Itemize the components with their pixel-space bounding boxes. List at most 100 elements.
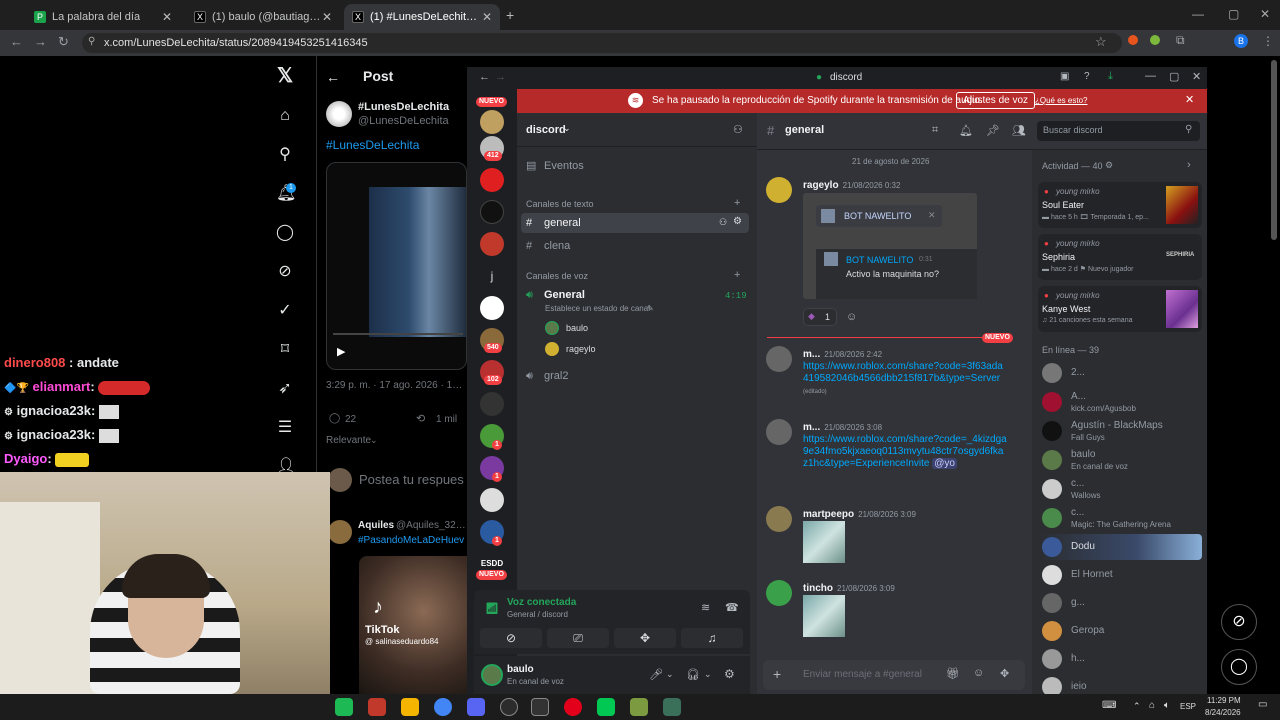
reply-author-name[interactable]: Aquiles (358, 520, 394, 531)
threads-icon[interactable]: ⌗ (932, 124, 938, 137)
bookmarks-icon[interactable]: ⌑ (276, 341, 294, 359)
close-icon[interactable]: ✕ (1192, 70, 1201, 83)
reply-hashtag-link[interactable]: #PasandoMeLaDeHuev (358, 535, 467, 546)
message-link[interactable]: https://www.roblox.com/share?code=3f63ad… (803, 361, 1008, 398)
new-tab-button[interactable]: + (506, 7, 514, 23)
extension-icon[interactable] (1150, 35, 1160, 45)
camera-off-button[interactable]: ⊘ (480, 628, 542, 648)
add-reaction-icon[interactable]: ☺ (846, 311, 857, 323)
chrome-icon[interactable] (434, 698, 452, 716)
bookmark-star-icon[interactable]: ☆ (1095, 34, 1107, 50)
maximize-icon[interactable]: ▢ (1169, 70, 1179, 83)
app-taskbar-icon[interactable] (663, 698, 681, 716)
disconnect-icon[interactable]: ☎ (725, 601, 739, 614)
server-icon[interactable] (480, 392, 504, 416)
chevron-down-icon[interactable]: ⌄ (370, 435, 378, 446)
avatar[interactable] (326, 101, 352, 127)
events-link[interactable]: Eventos (544, 156, 584, 176)
page-scrollbar[interactable] (1271, 60, 1277, 240)
kick-icon[interactable] (597, 698, 615, 716)
add-member-icon[interactable]: ⚇ (733, 123, 743, 136)
server-icon[interactable] (480, 232, 504, 256)
member-row[interactable]: baulo En canal de voz (1042, 447, 1202, 473)
search-input[interactable]: Buscar discord (1043, 125, 1103, 135)
lists-icon[interactable]: ☰ (276, 419, 294, 437)
x-logo-icon[interactable]: 𝕏 (276, 66, 294, 86)
voice-category[interactable]: Canales de voz (526, 266, 588, 286)
chevron-right-icon[interactable]: › (1187, 159, 1191, 171)
close-window-icon[interactable]: ✕ (1260, 7, 1270, 21)
opera-icon[interactable] (564, 698, 582, 716)
maximize-window-icon[interactable]: ▢ (1228, 7, 1239, 21)
network-icon[interactable]: ⌂ (1149, 700, 1155, 711)
channel-clena[interactable]: clena (544, 236, 570, 256)
messages-floating-icon[interactable]: ◯ (1221, 649, 1257, 685)
voice-user[interactable]: rageylo (566, 344, 596, 354)
extension-icon[interactable] (1128, 35, 1138, 45)
microphone-icon[interactable]: 🎤︎ (649, 668, 663, 681)
member-row[interactable]: h... (1042, 646, 1202, 672)
voice-settings-button[interactable]: Ajustes de voz (956, 92, 1036, 109)
back-arrow-icon[interactable]: ← (479, 71, 490, 83)
avatar[interactable] (545, 342, 559, 356)
menu-kebab-icon[interactable]: ⋮ (1262, 34, 1274, 48)
forward-icon[interactable]: → (34, 34, 47, 49)
user-name[interactable]: baulo (507, 664, 534, 675)
message-author[interactable]: m... (803, 422, 820, 433)
what-is-this-link[interactable]: ¿Qué es esto? (1035, 96, 1087, 105)
file-explorer-icon[interactable] (401, 698, 419, 716)
close-tab-icon[interactable]: ✕ (322, 10, 332, 24)
gear-icon[interactable]: ⚙ (733, 216, 742, 227)
server-icon[interactable] (480, 110, 504, 134)
repost-icon[interactable]: ⟲ (416, 412, 425, 425)
bell-icon[interactable]: 🔔︎ (959, 124, 973, 137)
member-row[interactable]: A... kick.com/Agusbob (1042, 389, 1202, 415)
tab-palabra[interactable]: P La palabra del día ✕ (26, 4, 180, 30)
reaction[interactable]: ◆ 1 (803, 308, 837, 326)
member-row[interactable]: c... Wallows (1042, 476, 1202, 502)
profile-avatar[interactable]: B (1234, 34, 1248, 48)
chevron-down-icon[interactable]: ⌄ (704, 669, 712, 680)
close-tab-icon[interactable]: ✕ (162, 10, 172, 24)
message-author[interactable]: rageylo (803, 180, 839, 191)
voice-channel-general[interactable]: General (544, 285, 585, 305)
clock-date[interactable]: 8/24/2026 (1205, 708, 1241, 717)
screen-share-button[interactable]: ⎚ (547, 628, 609, 648)
avatar[interactable] (766, 506, 792, 532)
messages-icon[interactable]: ◯ (276, 224, 294, 242)
server-icon[interactable] (480, 168, 504, 192)
close-icon[interactable]: ✕ (928, 210, 936, 221)
close-notice-icon[interactable]: ✕ (1185, 93, 1194, 106)
clock-time[interactable]: 11:29 PM (1207, 696, 1241, 705)
reply-icon[interactable]: ◯ (329, 413, 340, 424)
obs-icon[interactable] (500, 698, 518, 716)
message-image[interactable] (803, 595, 845, 637)
avatar[interactable] (328, 520, 352, 544)
activity-card[interactable]: ● young mirko Kanye West ♫ 21 canciones … (1038, 286, 1202, 332)
avatar[interactable] (766, 419, 792, 445)
home-icon[interactable]: ⌂ (276, 107, 294, 125)
search-icon[interactable]: ⚲ (276, 146, 294, 164)
message-author[interactable]: m... (803, 349, 820, 360)
app-taskbar-icon[interactable] (368, 698, 386, 716)
gear-icon[interactable]: ⚙ (1105, 160, 1113, 171)
post-author-handle[interactable]: @LunesDeLechita (358, 115, 449, 127)
avatar[interactable] (766, 580, 792, 606)
member-row[interactable]: 2... (1042, 360, 1202, 386)
member-row[interactable]: Geropa (1042, 618, 1202, 644)
member-row[interactable]: El Hornet (1042, 562, 1202, 588)
discord-taskbar-icon[interactable] (467, 698, 485, 716)
minimize-icon[interactable]: — (1145, 70, 1156, 82)
post-hashtag-link[interactable]: #LunesDeLechita (326, 138, 419, 152)
text-category[interactable]: Canales de texto (526, 194, 594, 214)
verified-icon[interactable]: ✓ (276, 302, 294, 320)
member-row[interactable]: ieio (1042, 674, 1202, 694)
site-info-icon[interactable]: ⚲ (88, 36, 95, 47)
address-bar[interactable]: x.com/LunesDeLechita/status/208941945325… (82, 33, 1122, 53)
member-row[interactable]: g... (1042, 590, 1202, 616)
avatar[interactable] (766, 177, 792, 203)
forward-arrow-icon[interactable]: → (495, 71, 506, 83)
noise-suppression-icon[interactable]: ≋ (701, 601, 710, 614)
chevron-down-icon[interactable]: ⌄ (563, 123, 571, 134)
minimize-window-icon[interactable]: — (1192, 7, 1204, 21)
